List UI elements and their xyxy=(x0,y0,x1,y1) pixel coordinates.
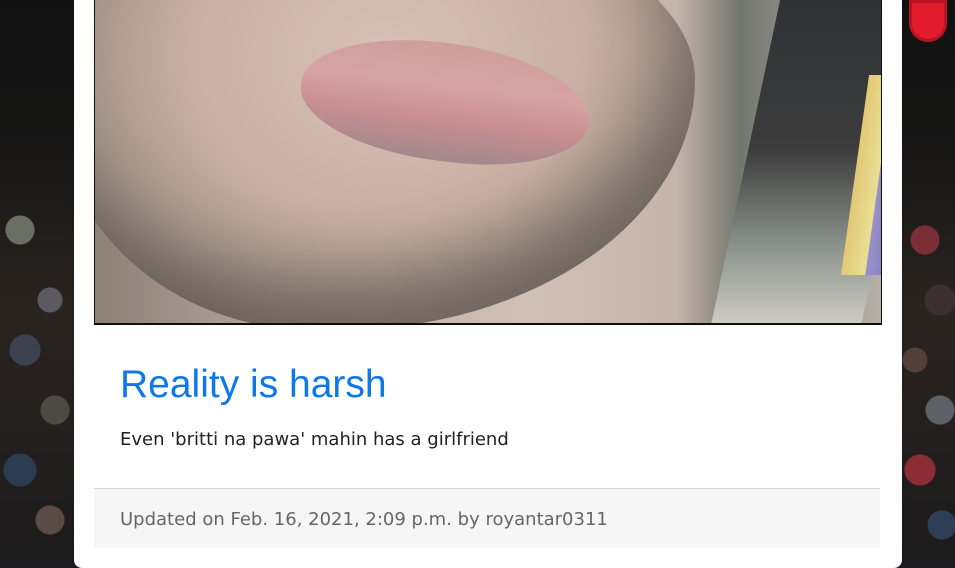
post-footer: Updated on Feb. 16, 2021, 2:09 p.m. by r… xyxy=(94,488,880,548)
post-image xyxy=(94,0,882,325)
post-text: Even 'britti na pawa' mahin has a girlfr… xyxy=(120,429,509,450)
badge-icon xyxy=(909,0,947,42)
post-card: Reality is harsh Even 'britti na pawa' m… xyxy=(74,0,902,568)
updated-meta: Updated on Feb. 16, 2021, 2:09 p.m. by r… xyxy=(120,509,608,530)
post-title[interactable]: Reality is harsh xyxy=(120,362,387,408)
